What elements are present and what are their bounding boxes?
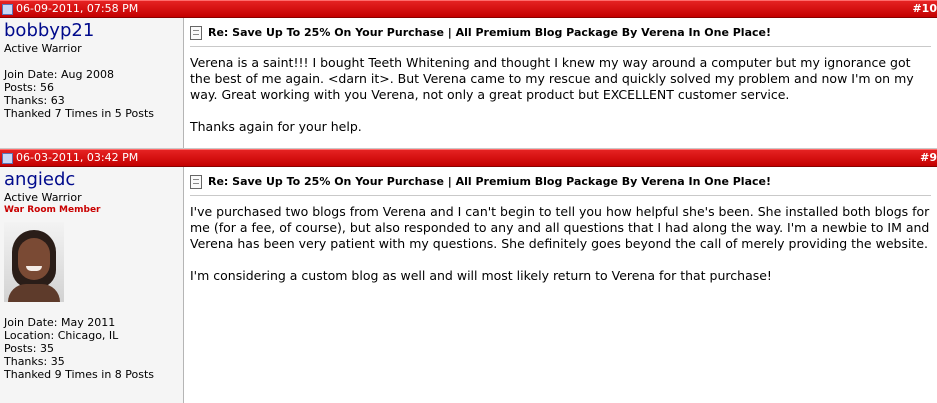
post-content: Re: Save Up To 25% On Your Purchase | Al… (184, 167, 937, 403)
join-date: Join Date: May 2011 (4, 316, 116, 329)
message-paragraph: Thanks again for your help. (190, 119, 362, 134)
post-number-link[interactable]: #9 (920, 150, 937, 166)
post-date: 06-03-2011, 03:42 PM (16, 151, 139, 164)
post-number-link[interactable]: #10 (912, 1, 937, 17)
post: bobbyp21 Active Warrior Join Date: Aug 2… (0, 18, 937, 149)
post-count: Posts: 35 (4, 342, 54, 355)
post-header: 06-09-2011, 07:58 PM #10 (0, 0, 937, 18)
post-title-text: Re: Save Up To 25% On Your Purchase | Al… (208, 175, 771, 188)
user-stats: Join Date: May 2011 Location: Chicago, I… (4, 316, 183, 381)
post-count: Posts: 56 (4, 81, 54, 94)
post-message: I've purchased two blogs from Verena and… (190, 204, 931, 284)
thanks-count: Thanks: 63 (4, 94, 65, 107)
avatar (4, 222, 64, 302)
post-title: Re: Save Up To 25% On Your Purchase | Al… (190, 171, 931, 196)
user-stats: Join Date: Aug 2008 Posts: 56 Thanks: 63… (4, 68, 183, 120)
post-title-text: Re: Save Up To 25% On Your Purchase | Al… (208, 26, 771, 39)
thanked-count: Thanked 9 Times in 8 Posts (4, 368, 155, 381)
post-content: Re: Save Up To 25% On Your Purchase | Al… (184, 18, 937, 148)
member-badge: War Room Member (4, 205, 101, 215)
message-paragraph: I'm considering a custom blog as well an… (190, 268, 772, 283)
post-message: Verena is a saint!!! I bought Teeth Whit… (190, 55, 931, 135)
username-link[interactable]: bobbyp21 (4, 20, 183, 42)
user-info-panel: bobbyp21 Active Warrior Join Date: Aug 2… (0, 18, 184, 148)
post-date: 06-09-2011, 07:58 PM (16, 2, 139, 15)
post-header: 06-03-2011, 03:42 PM #9 (0, 149, 937, 167)
document-icon (190, 175, 202, 189)
post-status-icon (2, 152, 13, 164)
post: angiedc Active Warrior War Room Member J… (0, 167, 937, 403)
user-info-panel: angiedc Active Warrior War Room Member J… (0, 167, 184, 403)
post-title: Re: Save Up To 25% On Your Purchase | Al… (190, 22, 931, 47)
document-icon (190, 26, 202, 40)
thanks-count: Thanks: 35 (4, 355, 65, 368)
post-status-icon (2, 3, 13, 15)
username-link[interactable]: angiedc (4, 169, 183, 191)
thanked-count: Thanked 7 Times in 5 Posts (4, 107, 155, 120)
message-paragraph: I've purchased two blogs from Verena and… (190, 204, 930, 251)
user-title: Active Warrior (4, 42, 82, 55)
location: Location: Chicago, IL (4, 329, 119, 342)
user-title: Active Warrior (4, 191, 82, 204)
message-paragraph: Verena is a saint!!! I bought Teeth Whit… (190, 55, 914, 102)
join-date: Join Date: Aug 2008 (4, 68, 114, 81)
